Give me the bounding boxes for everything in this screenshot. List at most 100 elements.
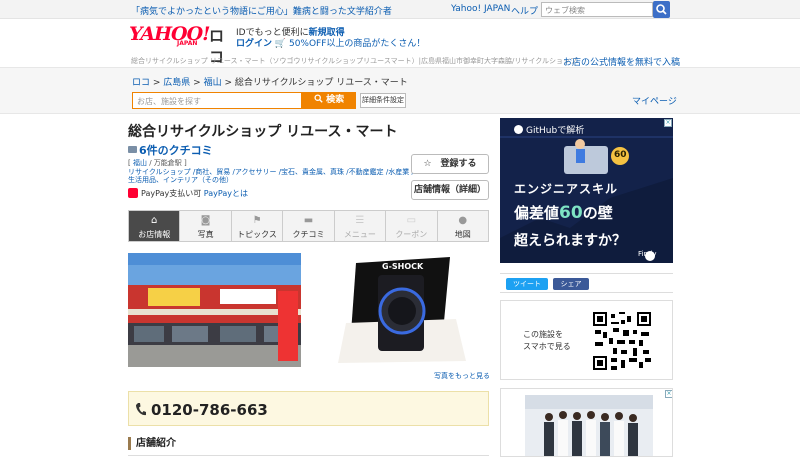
qr-line2: スマホで見る [523, 342, 571, 351]
facebook-share-button[interactable]: シェア [553, 278, 589, 290]
paypay-icon [128, 188, 138, 198]
ad-close-icon[interactable]: × [664, 119, 672, 127]
ad-line2-c: の壁 [582, 204, 613, 222]
ad-brand-text: GitHubで解析 [526, 126, 585, 136]
qr-text: この施設をスマホで見る [523, 329, 571, 353]
phone-number[interactable]: 0120-786-663 [151, 401, 268, 419]
speech-icon: ▬ [303, 215, 314, 226]
facebook-label: シェア [560, 280, 582, 288]
station-text: 万能倉駅 [153, 159, 182, 167]
camera-icon: ◙ [200, 215, 211, 226]
ad-sponsor: Findy [638, 250, 657, 258]
search-icon [656, 4, 667, 15]
login-link[interactable]: ログイン [236, 39, 272, 49]
tab-photos[interactable]: ◙ 写真 [180, 211, 232, 241]
more-photos-link[interactable]: 写真をもっと見る [434, 371, 490, 381]
ticket-icon: ▭ [406, 215, 417, 226]
tab-label: 写真 [197, 230, 214, 239]
people-ad[interactable]: × [500, 388, 673, 457]
shop-search-button[interactable]: 検索 [302, 92, 356, 109]
storefront-photo[interactable] [128, 253, 301, 367]
section-heading: 店舗紹介 [128, 437, 176, 450]
pin-icon: ● [458, 215, 468, 226]
shop-details-button[interactable]: 店舗情報（詳細） [411, 180, 489, 200]
logo-japan-text: JAPAN [177, 40, 198, 47]
shop-search-input[interactable]: お店、施設を探す [132, 92, 302, 109]
breadcrumb-hiroshima[interactable]: 広島県 [163, 78, 190, 88]
tweet-button[interactable]: ツイート [506, 278, 548, 290]
breadcrumb-current: 総合リサイクルショップ リユース・マート [234, 78, 408, 88]
flag-icon: ⚑ [252, 215, 262, 226]
help-link[interactable]: ヘルプ [511, 4, 538, 17]
speech-bubble-icon [128, 146, 137, 153]
sale-link[interactable]: 50%OFF以上の商品がたくさん！ [289, 39, 425, 49]
cart-icon: 🛒 [274, 39, 289, 49]
watch-brand-text: G-SHOCK [382, 262, 424, 271]
shop-tabs: ⌂ お店情報 ◙ 写真 ⚑ トピックス ▬ クチコミ ☰ メニュー ▭ クーポン ● 地図 [128, 210, 489, 242]
yahoo-loco-logo[interactable]: YAHOO! JAPAN ロコ [129, 23, 235, 66]
web-search-button[interactable] [653, 1, 670, 18]
tab-label: 地図 [454, 230, 471, 239]
top-news-link[interactable]: 「病気でよかったという物語にご用心」難病と闘った文学紹介者 [131, 4, 392, 17]
tab-label: トピックス [237, 230, 277, 239]
search-button-label: 検索 [326, 95, 345, 105]
tab-label: お店情報 [138, 230, 171, 239]
breadcrumb-fukuyama[interactable]: 福山 [204, 78, 222, 88]
search-icon [314, 94, 323, 103]
twitter-label: ツイート [513, 280, 541, 288]
breadcrumb-sep: > [190, 78, 204, 88]
phone-box: 0120-786-663 [128, 391, 489, 426]
breadcrumb-band: ロコ > 広島県 > 福山 > 総合リサイクルショップ リユース・マート お店、… [0, 67, 800, 114]
menu-icon: ☰ [355, 215, 365, 226]
tab-reviews[interactable]: ▬ クチコミ [283, 211, 335, 241]
phone-icon [136, 403, 146, 416]
ad-line1: エンジニアスキル [514, 182, 619, 196]
shop-subline: 総合リサイクルショップ リユース・マート（ソウゴウリサイクルショップリユースマー… [131, 57, 577, 65]
home-icon: ⌂ [151, 215, 158, 226]
ad-photo [501, 389, 672, 456]
tab-menu: ☰ メニュー [335, 211, 387, 241]
breadcrumb: ロコ > 広島県 > 福山 > 総合リサイクルショップ リユース・マート [132, 75, 408, 88]
section-divider [128, 455, 489, 456]
breadcrumb-loco[interactable]: ロコ [132, 78, 150, 88]
login-line: ログイン 🛒 50%OFF以上の商品がたくさん！ [236, 36, 425, 49]
tab-shop-info[interactable]: ⌂ お店情報 [129, 211, 181, 241]
web-search-input[interactable]: ウェブ検索 [541, 2, 653, 17]
reviews-label: 6件のクチコミ [139, 144, 213, 157]
advanced-search-button[interactable]: 詳細条件設定 [360, 93, 406, 108]
tab-topics[interactable]: ⚑ トピックス [232, 211, 284, 241]
shop-title: 総合リサイクルショップ リユース・マート [128, 124, 398, 140]
breadcrumb-sep: > [150, 78, 164, 88]
ad-line2: 偏差値60の壁 [514, 202, 613, 223]
paypay-label: PayPay支払い可 [141, 189, 202, 198]
ad-badge: 60 [614, 150, 627, 160]
paypay-link[interactable]: PayPayとは [204, 189, 248, 198]
share-bar: ツイート シェア [500, 273, 673, 293]
mypage-link[interactable]: マイページ [632, 94, 677, 107]
top-bar: 「病気でよかったという物語にご用心」難病と闘った文学紹介者 Yahoo! JAP… [0, 0, 800, 19]
tab-label: メニュー [343, 230, 376, 239]
qr-line1: この施設を [523, 330, 563, 339]
watch-photo[interactable]: G-SHOCK [316, 253, 488, 367]
tab-coupon: ▭ クーポン [386, 211, 438, 241]
area-sep: / [146, 159, 154, 167]
ad-line2-a: 偏差値 [514, 204, 560, 222]
reviews-link[interactable]: 6件のクチコミ [128, 142, 213, 158]
tab-label: クーポン [395, 230, 428, 239]
findy-ad[interactable]: GitHubで解析 60 エンジニアスキル 偏差値60の壁 超えられますか？ F… [500, 118, 673, 263]
ad-close-icon[interactable]: × [665, 390, 672, 398]
area-link[interactable]: 福山 [133, 159, 147, 167]
breadcrumb-sep: > [221, 78, 235, 88]
paypay-info: PayPay支払い可 PayPayとは [128, 188, 248, 199]
github-icon [514, 125, 523, 134]
logo-yahoo-text: YAHOO! [129, 23, 210, 45]
tab-label: クチコミ [292, 230, 325, 239]
ad-brand: GitHubで解析 [514, 123, 584, 136]
ad-line3: 超えられますか？ [514, 233, 626, 249]
yahoo-japan-link[interactable]: Yahoo! JAPAN [451, 4, 510, 14]
qr-box: この施設をスマホで見る [500, 300, 673, 380]
bracket: ] [181, 159, 187, 167]
register-button[interactable]: ☆ 登録する [411, 154, 489, 174]
category-links-2[interactable]: 生活用品、インテリア（その他） [128, 175, 233, 185]
tab-map[interactable]: ● 地図 [438, 211, 488, 241]
